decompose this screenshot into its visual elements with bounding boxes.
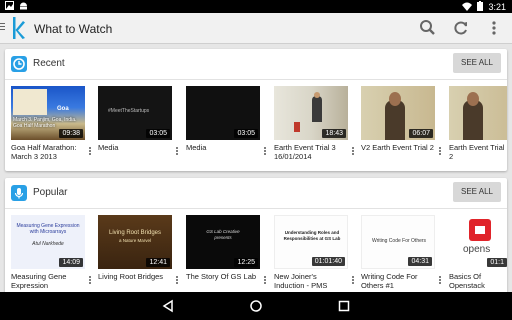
duration-badge: 04:31 xyxy=(408,257,432,266)
video-thumbnail[interactable]: Goa March 3. Panjim, Goa, India. Goa Hal… xyxy=(11,86,85,140)
presenter-figure xyxy=(385,100,405,140)
video-title: Basics Of Openstack xyxy=(449,272,485,290)
item-menu-icon[interactable] xyxy=(264,276,266,285)
video-thumbnail[interactable]: Measuring Gene Expression with Microarra… xyxy=(11,215,85,269)
search-icon[interactable] xyxy=(418,18,438,38)
duration-badge: 03:05 xyxy=(146,129,170,138)
recent-section: Recent SEE ALL Goa March 3. Panjim, Goa,… xyxy=(5,49,507,171)
item-menu-icon[interactable] xyxy=(439,147,441,156)
presenter-figure xyxy=(312,96,322,122)
duration-badge: 03:05 xyxy=(234,129,258,138)
clock-time: 3:21 xyxy=(488,2,506,12)
duration-badge: 06:07 xyxy=(409,129,433,138)
wifi-icon xyxy=(462,2,473,13)
video-title: Earth Event Trial 3 16/01/2014 xyxy=(274,143,336,161)
duration-badge: 14:09 xyxy=(59,258,83,267)
openstack-logo-icon xyxy=(469,219,491,241)
duration-badge: 12:25 xyxy=(234,258,258,267)
thumbnail-caption: Understanding Roles and Responsibilities… xyxy=(283,230,341,241)
item-menu-icon[interactable] xyxy=(89,147,91,156)
overflow-menu-icon[interactable] xyxy=(484,18,504,38)
video-item[interactable]: 06:07 V2 Earth Event Trial 2 xyxy=(361,86,445,160)
item-menu-icon[interactable] xyxy=(176,147,178,156)
refresh-icon[interactable] xyxy=(451,18,471,38)
video-title: Living Root Bridges xyxy=(98,272,164,281)
system-navigation-bar xyxy=(0,292,512,320)
video-title: New Joiner's Induction - PMS And... xyxy=(274,272,328,290)
android-icon xyxy=(19,1,27,10)
thumbnail-caption: March 3. Panjim, Goa, India. Goa Half Ma… xyxy=(13,117,77,129)
hashtag-text: #MeetTheStartups xyxy=(108,108,150,114)
video-item[interactable]: Measuring Gene Expression with Microarra… xyxy=(11,215,95,290)
thumbnail-caption: Living Root Bridges a Nature Marvel xyxy=(108,230,162,243)
video-thumbnail[interactable]: #MeetTheStartups 03:05 xyxy=(98,86,172,140)
item-menu-icon[interactable] xyxy=(439,276,441,285)
see-all-popular-button[interactable]: SEE ALL xyxy=(453,182,501,202)
item-menu-icon[interactable] xyxy=(352,276,354,285)
video-item[interactable]: GS Lab Creative presents 12:25 The Story… xyxy=(186,215,270,289)
video-thumbnail[interactable]: 18:43 xyxy=(274,86,348,140)
drawer-indicator-icon[interactable] xyxy=(0,23,5,32)
home-icon[interactable] xyxy=(248,298,264,314)
app-bar: What to Watch xyxy=(0,13,512,44)
recents-icon[interactable] xyxy=(336,298,352,314)
video-item[interactable]: 03:05 Media xyxy=(186,86,270,160)
page-title: What to Watch xyxy=(34,22,113,36)
video-item[interactable]: #MeetTheStartups 03:05 Media xyxy=(98,86,182,160)
goa-logo-text: Goa xyxy=(57,106,69,112)
item-menu-icon[interactable] xyxy=(264,147,266,156)
thumbnail-caption: Measuring Gene Expression with Microarra… xyxy=(16,223,80,247)
duration-badge: 01:01:40 xyxy=(311,257,345,266)
app-logo-icon[interactable] xyxy=(12,17,26,44)
video-thumbnail[interactable]: opens 01:1 xyxy=(449,215,507,269)
video-item[interactable]: Writing Code For Others 04:31 Writing Co… xyxy=(361,215,445,290)
video-item[interactable]: 18:43 Earth Event Trial 3 16/01/2014 xyxy=(274,86,358,161)
image-notification-icon xyxy=(5,1,14,10)
status-bar: 3:21 xyxy=(0,0,512,13)
video-title: Media xyxy=(98,143,119,152)
section-title-recent: Recent xyxy=(33,58,65,69)
video-thumbnail[interactable]: Living Root Bridges a Nature Marvel 12:4… xyxy=(98,215,172,269)
video-title: Earth Event Trial 2 xyxy=(449,143,505,161)
item-menu-icon[interactable] xyxy=(352,147,354,156)
video-title: V2 Earth Event Trial 2 xyxy=(361,143,434,152)
battery-icon xyxy=(477,1,484,13)
duration-badge: 09:38 xyxy=(59,129,83,138)
thumbnail-caption: Writing Code For Others xyxy=(371,238,427,244)
duration-badge: 01:1 xyxy=(487,258,507,267)
video-title: The Story Of GS Lab xyxy=(186,272,257,281)
clock-icon xyxy=(11,56,27,72)
item-menu-icon[interactable] xyxy=(176,276,178,285)
see-all-recent-button[interactable]: SEE ALL xyxy=(453,53,501,73)
microphone-icon xyxy=(11,185,27,201)
video-thumbnail[interactable]: 06:07 xyxy=(361,86,435,140)
duration-badge: 18:43 xyxy=(322,129,346,138)
video-thumbnail[interactable]: Understanding Roles and Responsibilities… xyxy=(274,215,348,269)
video-title: Writing Code For Others #1 xyxy=(361,272,418,290)
video-item[interactable]: Goa March 3. Panjim, Goa, India. Goa Hal… xyxy=(11,86,95,161)
video-thumbnail[interactable] xyxy=(449,86,507,140)
video-title: Media xyxy=(186,143,207,152)
back-icon[interactable] xyxy=(160,298,176,314)
content-area[interactable]: Recent SEE ALL Goa March 3. Panjim, Goa,… xyxy=(0,44,512,292)
video-thumbnail[interactable]: GS Lab Creative presents 12:25 xyxy=(186,215,260,269)
item-menu-icon[interactable] xyxy=(89,276,91,285)
video-title: Goa Half Marathon: March 3 2013 xyxy=(11,143,77,161)
popular-section: Popular SEE ALL Measuring Gene Expressio… xyxy=(5,178,507,292)
video-item[interactable]: Living Root Bridges a Nature Marvel 12:4… xyxy=(98,215,182,289)
video-item[interactable]: Understanding Roles and Responsibilities… xyxy=(274,215,358,290)
video-thumbnail[interactable]: Writing Code For Others 04:31 xyxy=(361,215,435,269)
openstack-wordmark: opens xyxy=(463,244,491,255)
video-item[interactable]: Earth Event Trial 2 xyxy=(449,86,507,161)
event-poster xyxy=(13,89,47,115)
video-item[interactable]: opens 01:1 Basics Of Openstack xyxy=(449,215,507,290)
section-title-popular: Popular xyxy=(33,187,68,198)
video-thumbnail[interactable]: 03:05 xyxy=(186,86,260,140)
thumbnail-caption: GS Lab Creative presents xyxy=(206,229,240,240)
presenter-figure xyxy=(463,100,483,140)
video-title: Measuring Gene Expression xyxy=(11,272,67,290)
duration-badge: 12:41 xyxy=(146,258,170,267)
